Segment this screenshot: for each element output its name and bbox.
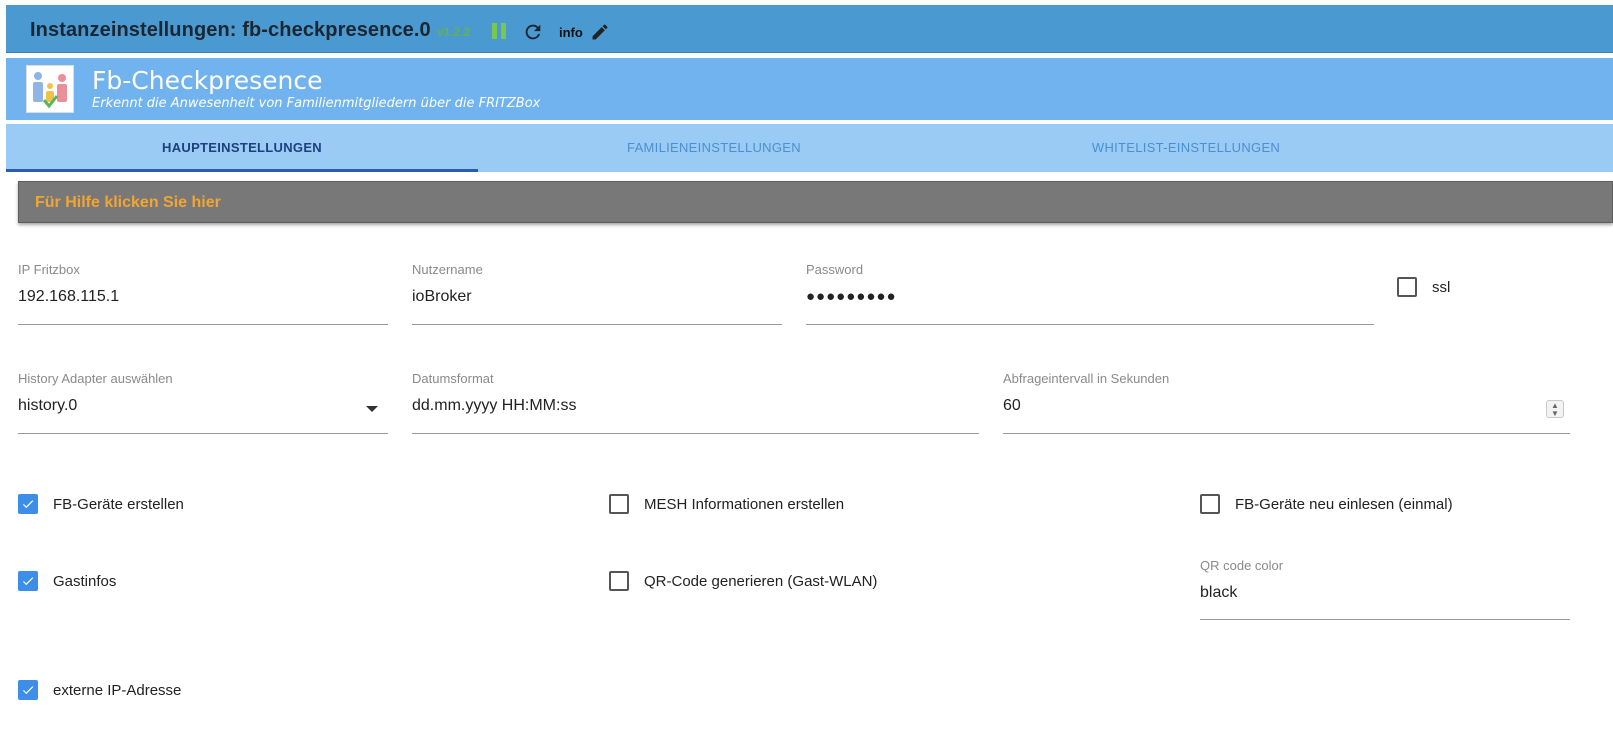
guest-info-label: Gastinfos [53,573,117,590]
qr-color-label: QR code color [1200,558,1284,573]
interval-label: Abfrageintervall in Sekunden [1003,371,1170,386]
input-underline [1200,619,1570,620]
username-field[interactable]: Nutzername ioBroker [412,262,782,325]
input-underline [806,324,1374,325]
input-underline [412,324,782,325]
number-spinner-icon[interactable]: ▲ ▼ [1546,400,1564,418]
tab-whitelist-settings[interactable]: WHITELIST-EINSTELLUNGEN [950,124,1422,172]
instance-settings-dialog: Instanzeinstellungen: fb-checkpresence.0… [0,0,1613,749]
mesh-checkbox[interactable]: MESH Informationen erstellen [609,494,909,518]
input-underline [18,324,388,325]
adapter-description: Erkennt die Anwesenheit von Familienmitg… [92,96,541,111]
version-label: v1.2.2 [437,25,471,39]
qr-color-field[interactable]: QR code color black [1200,558,1570,620]
check-icon [22,686,34,695]
help-link[interactable]: Für Hilfe klicken Sie hier [35,194,221,212]
mesh-label: MESH Informationen erstellen [644,496,845,513]
external-ip-checkbox[interactable]: externe IP-Adresse [18,680,318,704]
username-label: Nutzername [412,262,483,277]
checkbox-box[interactable] [18,680,38,700]
fb-devices-checkbox[interactable]: FB-Geräte erstellen [18,494,318,518]
fb-reload-label: FB-Geräte neu einlesen (einmal) [1235,496,1453,513]
qr-color-value[interactable]: black [1200,584,1237,602]
info-link[interactable]: info [559,25,583,40]
checkbox-box[interactable] [609,494,629,514]
check-icon [22,500,34,509]
tab-family-settings[interactable]: FAMILIENEINSTELLUNGEN [478,124,950,172]
ip-fritzbox-label: IP Fritzbox [18,262,80,277]
ssl-label: ssl [1432,279,1451,296]
input-underline [412,433,979,434]
date-format-label: Datumsformat [412,371,494,386]
checkbox-box[interactable] [1397,277,1417,297]
guest-info-checkbox[interactable]: Gastinfos [18,571,318,595]
reload-icon[interactable] [522,21,544,43]
history-adapter-select[interactable]: History Adapter auswählen history.0 [18,371,388,434]
checkbox-box[interactable] [1200,494,1220,514]
ip-fritzbox-field[interactable]: IP Fritzbox 192.168.115.1 [18,262,388,325]
date-format-field[interactable]: Datumsformat dd.mm.yyyy HH:MM:ss [412,371,979,434]
date-format-value[interactable]: dd.mm.yyyy HH:MM:ss [412,397,576,415]
active-tab-indicator [6,169,478,172]
password-field[interactable]: Password ●●●●●●●●● [806,262,1374,325]
help-bar[interactable]: Für Hilfe klicken Sie hier [18,181,1613,223]
title-bar: Instanzeinstellungen: fb-checkpresence.0… [6,5,1613,53]
dropdown-arrow-icon[interactable] [366,406,378,412]
pause-icon[interactable] [492,23,506,39]
fb-reload-checkbox[interactable]: FB-Geräte neu einlesen (einmal) [1200,494,1510,518]
input-underline [1003,433,1570,434]
adapter-logo [26,65,74,113]
interval-field[interactable]: Abfrageintervall in Sekunden 60 ▲ ▼ [1003,371,1570,434]
fb-devices-label: FB-Geräte erstellen [53,496,184,513]
qr-code-checkbox[interactable]: QR-Code generieren (Gast-WLAN) [609,571,909,595]
input-underline [18,433,388,434]
dialog-title: Instanzeinstellungen: fb-checkpresence.0 [30,19,431,41]
adapter-header: Fb-Checkpresence Erkennt die Anwesenheit… [6,58,1613,120]
ip-fritzbox-value[interactable]: 192.168.115.1 [18,288,119,306]
qr-code-label: QR-Code generieren (Gast-WLAN) [644,573,878,590]
check-icon [22,577,34,586]
history-adapter-value[interactable]: history.0 [18,397,77,415]
tab-bar: HAUPTEINSTELLUNGEN FAMILIENEINSTELLUNGEN… [6,124,1613,172]
password-label: Password [806,262,864,277]
password-value[interactable]: ●●●●●●●●● [806,288,897,305]
tab-main-settings[interactable]: HAUPTEINSTELLUNGEN [6,124,478,172]
external-ip-label: externe IP-Adresse [53,682,182,699]
checkbox-box[interactable] [18,494,38,514]
pencil-icon[interactable] [590,22,610,42]
interval-value[interactable]: 60 [1003,397,1021,415]
username-value[interactable]: ioBroker [412,288,472,306]
checkbox-box[interactable] [609,571,629,591]
adapter-name: Fb-Checkpresence [92,66,323,95]
history-adapter-label: History Adapter auswählen [18,371,173,386]
checkbox-box[interactable] [18,571,38,591]
ssl-checkbox[interactable]: ssl [1397,277,1517,301]
